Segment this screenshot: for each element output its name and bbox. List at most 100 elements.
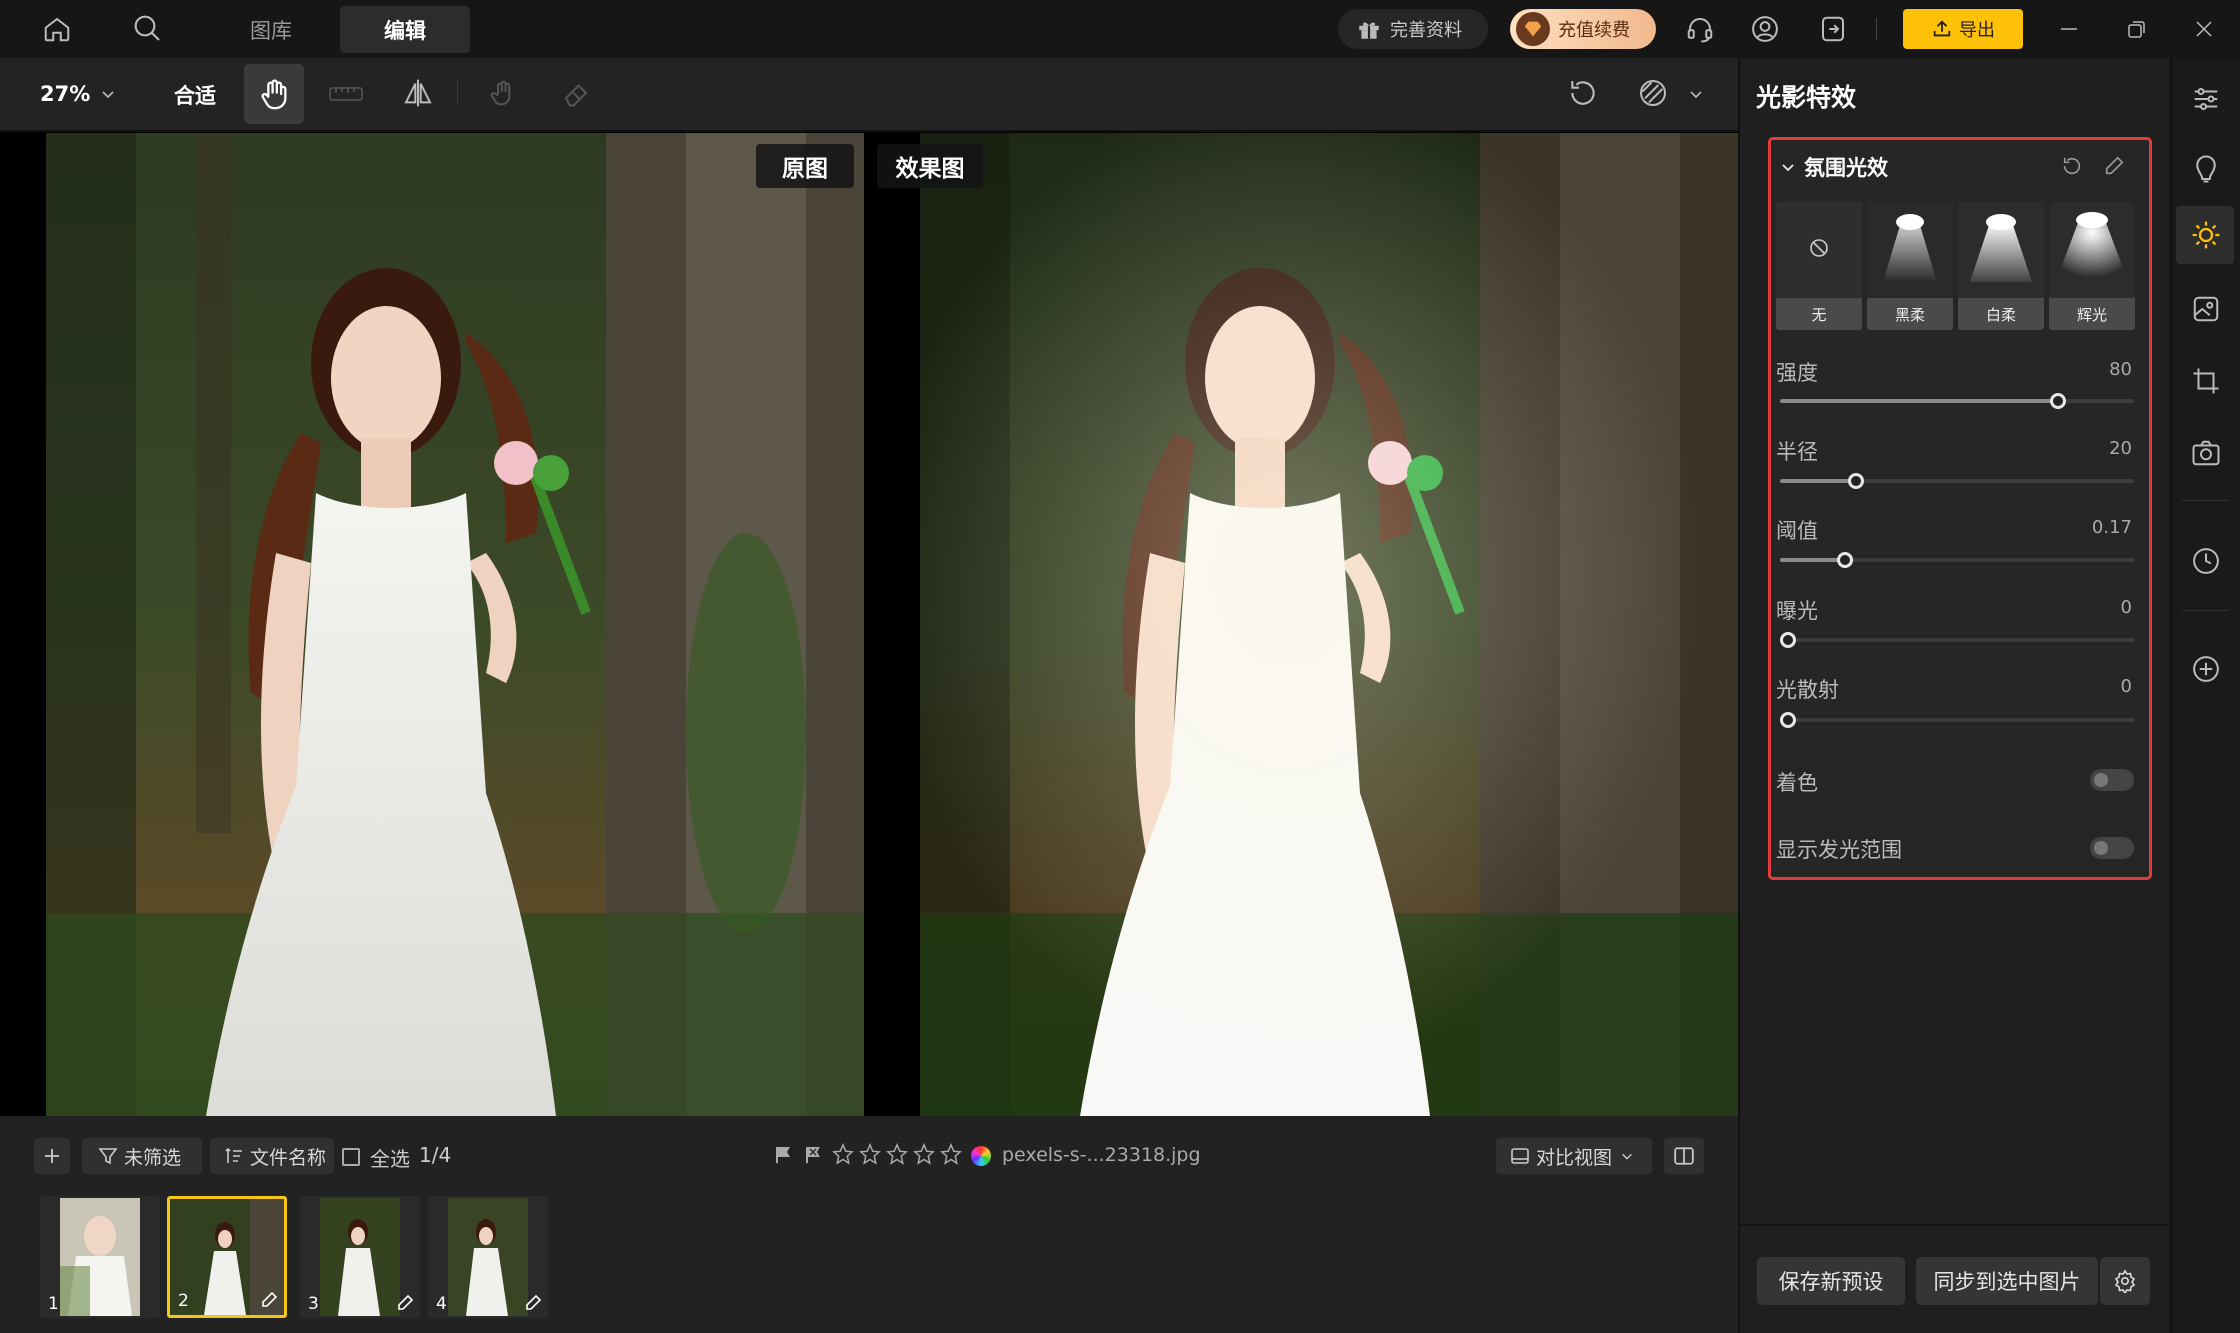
complete-profile-label: 完善资料 — [1390, 20, 1462, 41]
gear-icon — [2114, 1269, 2136, 1293]
preset-none[interactable]: 无 — [1776, 202, 1862, 330]
section-edit-icon[interactable] — [2100, 152, 2128, 180]
filter-button[interactable]: 未筛选 — [82, 1138, 202, 1174]
image-count: 1/4 — [419, 1143, 452, 1167]
spotlight-icon — [1958, 202, 2044, 298]
split-view-icon — [1674, 1147, 1694, 1165]
split-view-button[interactable] — [1664, 1138, 1704, 1174]
chevron-down-icon[interactable] — [1686, 84, 1706, 104]
thumbnail-2[interactable]: 2 — [167, 1196, 287, 1318]
upload-icon — [1931, 18, 1953, 40]
slider-handle[interactable] — [2050, 393, 2066, 409]
compare-view-dropdown[interactable]: 对比视图 — [1496, 1138, 1652, 1174]
flag-pick-icon[interactable] — [772, 1144, 794, 1166]
slider-fill — [1780, 399, 2058, 403]
search-icon[interactable] — [127, 8, 167, 48]
adjust-icon[interactable] — [2185, 78, 2227, 120]
close-icon[interactable] — [2189, 14, 2219, 44]
separator — [1876, 18, 1877, 40]
complete-profile-button[interactable]: 完善资料 — [1338, 9, 1488, 49]
ruler-icon[interactable] — [326, 76, 366, 112]
preset-glow[interactable]: 辉光 — [2049, 202, 2135, 330]
login-icon[interactable] — [1815, 11, 1851, 47]
slider-radius[interactable] — [1780, 473, 2134, 489]
flip-icon[interactable] — [399, 74, 437, 112]
add-button[interactable] — [34, 1138, 70, 1174]
slider-handle[interactable] — [1780, 632, 1796, 648]
label-original: 原图 — [756, 144, 854, 188]
tint-toggle[interactable] — [2090, 769, 2134, 791]
thumbnail-3[interactable]: 3 — [300, 1196, 420, 1318]
slider-handle[interactable] — [1780, 712, 1796, 728]
reset-icon[interactable] — [1564, 74, 1602, 112]
add-tool-icon[interactable] — [2185, 648, 2227, 690]
tab-library[interactable]: 图库 — [222, 6, 320, 53]
color-label-icon[interactable] — [971, 1146, 991, 1166]
headset-icon[interactable] — [1682, 11, 1718, 47]
thumbnail-4[interactable]: 4 — [428, 1196, 548, 1318]
flag-reject-icon[interactable] — [802, 1144, 824, 1166]
user-icon[interactable] — [1747, 11, 1783, 47]
panel-title: 光影特效 — [1756, 83, 1857, 112]
zoom-dropdown[interactable]: 27% — [40, 78, 130, 110]
preset-black-soft[interactable]: 黑柔 — [1867, 202, 1953, 330]
slider-label-threshold: 阈值 — [1776, 519, 1818, 543]
eraser-icon[interactable] — [557, 74, 595, 112]
slider-intensity[interactable] — [1780, 393, 2134, 409]
star-icon[interactable] — [886, 1143, 908, 1165]
select-all-label[interactable]: 全选 — [370, 1143, 410, 1172]
fit-button[interactable]: 合适 — [174, 80, 216, 110]
slider-handle[interactable] — [1837, 552, 1853, 568]
compare-overlay-icon[interactable] — [1634, 74, 1672, 112]
slider-label-exposure: 曝光 — [1776, 599, 1818, 623]
tab-edit[interactable]: 编辑 — [340, 6, 470, 53]
slider-exposure[interactable] — [1780, 632, 2134, 648]
thumbnail-number: 1 — [48, 1294, 59, 1314]
star-icon[interactable] — [913, 1143, 935, 1165]
hand-tool-icon[interactable] — [244, 64, 304, 124]
section-header[interactable]: 氛围光效 — [1780, 150, 1888, 184]
light-effects-icon[interactable] — [2185, 214, 2227, 256]
slider-value-threshold[interactable]: 0.17 — [2040, 517, 2132, 538]
minimize-icon[interactable] — [2054, 14, 2084, 44]
recharge-label: 充值续费 — [1558, 20, 1630, 41]
hand-heal-icon[interactable] — [484, 74, 522, 112]
slider-threshold[interactable] — [1780, 552, 2134, 568]
slider-value-scatter[interactable]: 0 — [2040, 676, 2132, 697]
restore-icon[interactable] — [2122, 14, 2152, 44]
camera-icon[interactable] — [2185, 432, 2227, 474]
preset-label: 无 — [1776, 298, 1862, 330]
star-rating[interactable] — [832, 1143, 962, 1165]
thumbnail-number: 2 — [178, 1291, 189, 1311]
show-glow-range-toggle[interactable] — [2090, 837, 2134, 859]
preset-label: 白柔 — [1958, 298, 2044, 330]
save-preset-button[interactable]: 保存新预设 — [1757, 1257, 1905, 1305]
home-icon[interactable] — [38, 10, 76, 48]
edited-icon — [396, 1294, 414, 1312]
history-icon[interactable] — [2185, 540, 2227, 582]
sort-button[interactable]: 文件名称 — [210, 1138, 334, 1174]
thumbnail-1[interactable]: 1 — [40, 1196, 160, 1318]
original-photo — [46, 133, 864, 1116]
slider-label-intensity: 强度 — [1776, 361, 1818, 385]
sync-button[interactable]: 同步到选中图片 — [1916, 1257, 2098, 1305]
settings-button[interactable] — [2100, 1257, 2150, 1305]
image-edit-icon[interactable] — [2185, 288, 2227, 330]
star-icon[interactable] — [859, 1143, 881, 1165]
select-all-checkbox[interactable] — [342, 1148, 360, 1166]
slider-value-intensity[interactable]: 80 — [2040, 359, 2132, 380]
filter-icon — [98, 1146, 118, 1166]
crop-icon[interactable] — [2185, 360, 2227, 402]
star-icon[interactable] — [832, 1143, 854, 1165]
recharge-button[interactable]: 充值续费 — [1510, 9, 1656, 49]
preset-white-soft[interactable]: 白柔 — [1958, 202, 2044, 330]
star-icon[interactable] — [940, 1143, 962, 1165]
slider-value-radius[interactable]: 20 — [2040, 438, 2132, 459]
slider-value-exposure[interactable]: 0 — [2040, 597, 2132, 618]
portrait-icon[interactable] — [2185, 148, 2227, 190]
slider-scatter[interactable] — [1780, 712, 2134, 728]
section-reset-icon[interactable] — [2058, 152, 2086, 180]
slider-handle[interactable] — [1848, 473, 1864, 489]
export-label: 导出 — [1959, 20, 1995, 41]
export-button[interactable]: 导出 — [1903, 9, 2023, 49]
